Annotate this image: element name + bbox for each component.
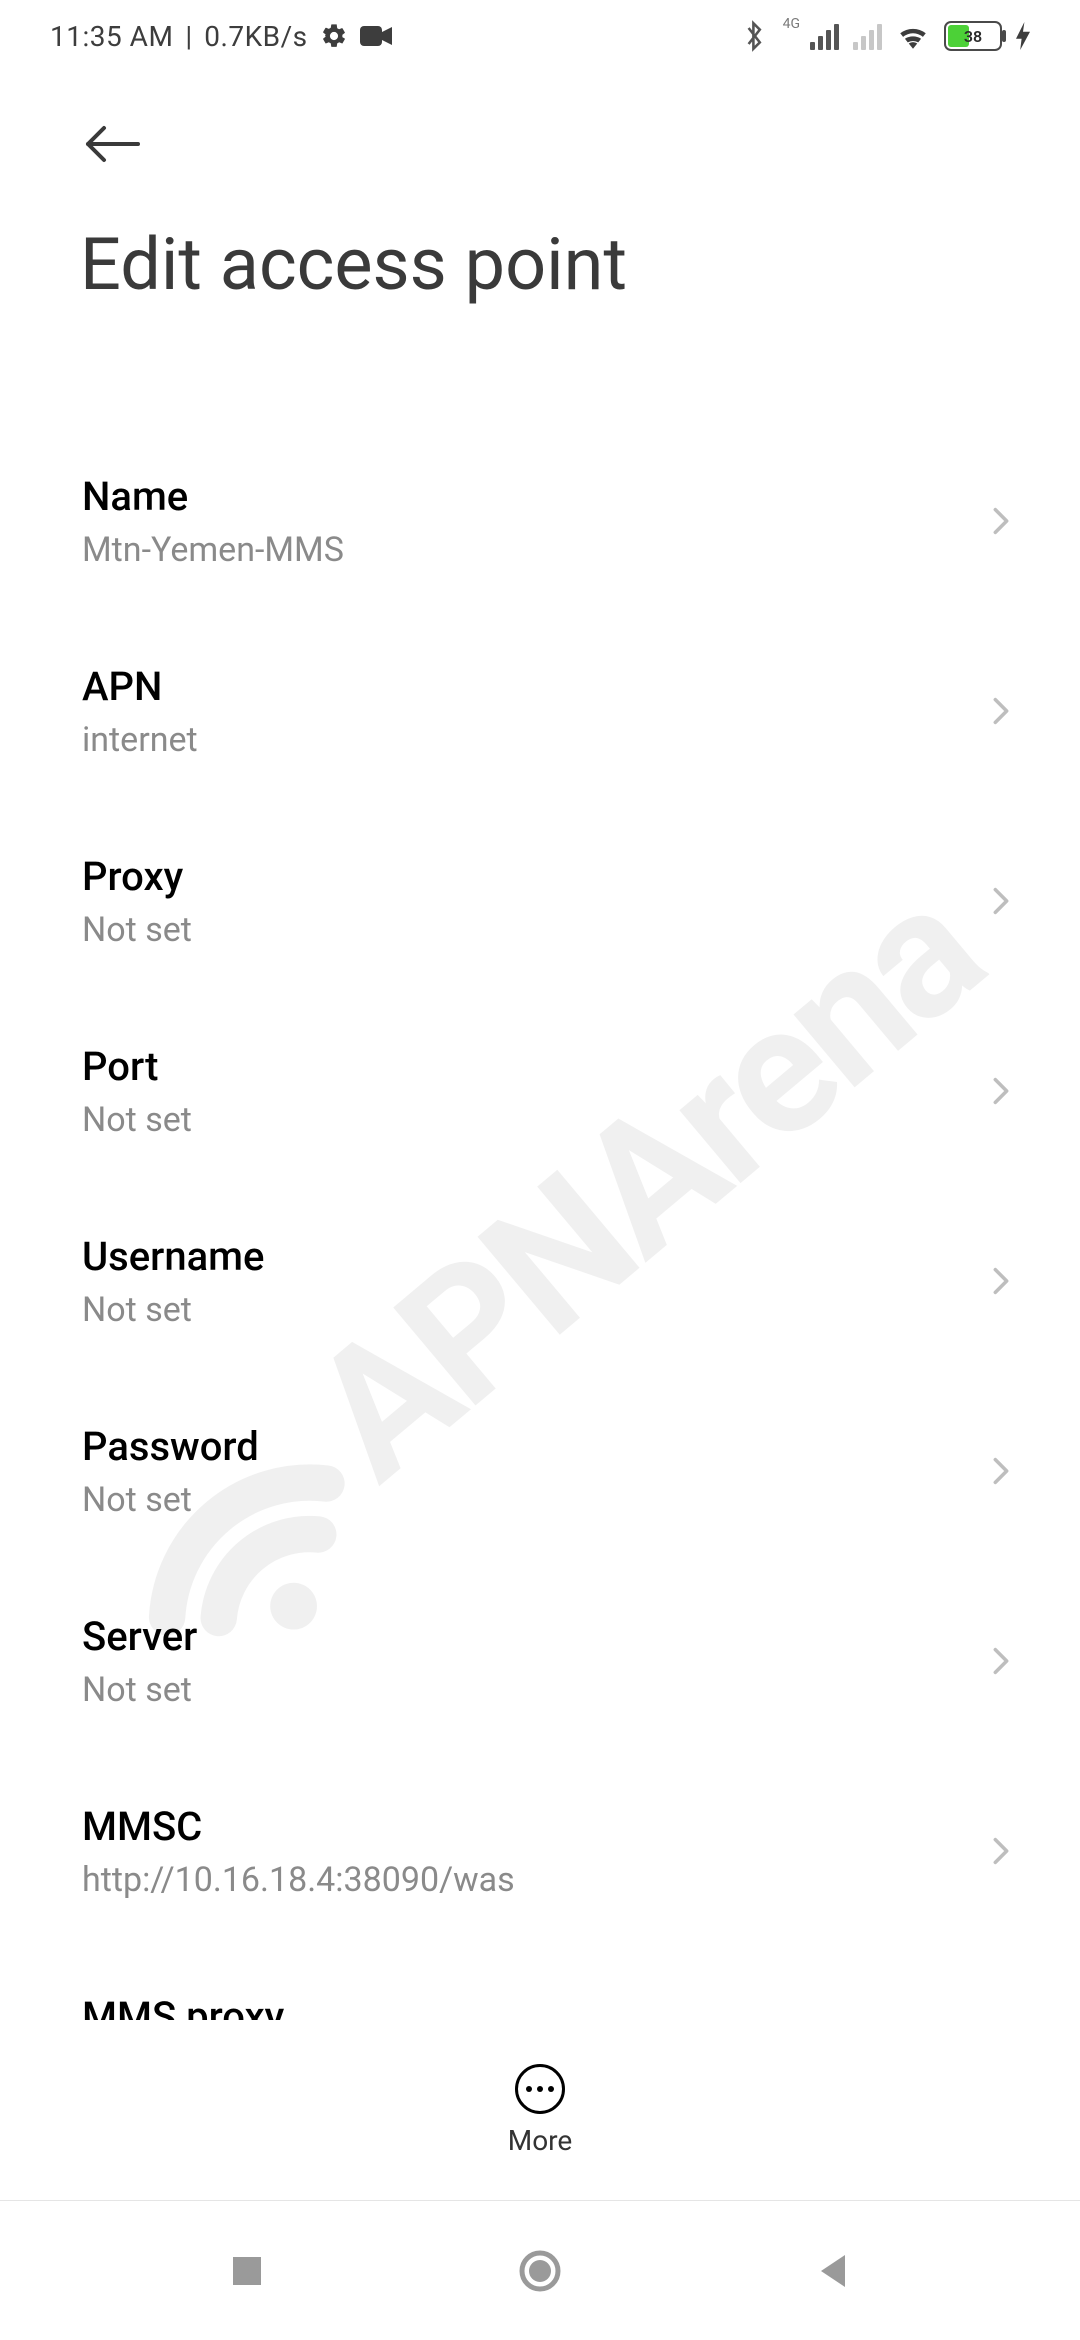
wifi-icon: [896, 22, 930, 50]
nav-recents-button[interactable]: [217, 2241, 277, 2301]
row-name[interactable]: Name Mtn-Yemen-MMS: [82, 427, 998, 617]
chevron-right-icon: [984, 504, 1018, 538]
more-label: More: [508, 2124, 573, 2157]
arrow-left-icon: [82, 124, 142, 164]
bottom-action-bar: More: [0, 2020, 1080, 2200]
nav-back-button[interactable]: [803, 2241, 863, 2301]
row-password-value: Not set: [82, 1480, 259, 1520]
row-port-label: Port: [82, 1043, 192, 1090]
row-username-value: Not set: [82, 1290, 264, 1330]
square-icon: [229, 2253, 265, 2289]
settings-list: Name Mtn-Yemen-MMS APN internet Proxy No…: [0, 427, 1080, 2137]
cell-4g-label: 4G: [783, 16, 800, 32]
header: Edit access point: [0, 72, 1080, 307]
row-server-value: Not set: [82, 1670, 197, 1710]
battery-icon: 38: [944, 21, 1002, 51]
triangle-left-icon: [815, 2251, 851, 2291]
row-proxy-label: Proxy: [82, 853, 192, 900]
row-mmsc-value: http://10.16.18.4:38090/was: [82, 1860, 515, 1900]
more-icon: [515, 2064, 565, 2114]
charging-bolt-icon: [1016, 22, 1030, 50]
row-username[interactable]: Username Not set: [82, 1187, 998, 1377]
row-proxy-value: Not set: [82, 910, 192, 950]
chevron-right-icon: [984, 1454, 1018, 1488]
row-password-label: Password: [82, 1423, 259, 1470]
status-bar: 11:35 AM | 0.7KB/s 4G 38: [0, 0, 1080, 72]
gear-icon: [320, 22, 348, 50]
row-name-value: Mtn-Yemen-MMS: [82, 530, 344, 570]
chevron-right-icon: [984, 884, 1018, 918]
chevron-right-icon: [984, 1644, 1018, 1678]
chevron-right-icon: [984, 1264, 1018, 1298]
row-mmsc[interactable]: MMSC http://10.16.18.4:38090/was: [82, 1757, 998, 1947]
row-name-label: Name: [82, 473, 344, 520]
battery-percent: 38: [946, 27, 1000, 46]
status-net-speed: 0.7KB/s: [204, 20, 307, 53]
chevron-right-icon: [984, 694, 1018, 728]
status-time: 11:35 AM: [50, 20, 173, 53]
page-title: Edit access point: [80, 222, 1000, 307]
row-server[interactable]: Server Not set: [82, 1567, 998, 1757]
row-apn-label: APN: [82, 663, 198, 710]
status-right: 4G 38: [745, 20, 1030, 52]
chevron-right-icon: [984, 1074, 1018, 1108]
status-separator: |: [185, 20, 192, 53]
back-button[interactable]: [80, 112, 144, 176]
row-proxy[interactable]: Proxy Not set: [82, 807, 998, 997]
row-apn-value: internet: [82, 720, 198, 760]
row-port[interactable]: Port Not set: [82, 997, 998, 1187]
row-username-label: Username: [82, 1233, 264, 1280]
row-mmsc-label: MMSC: [82, 1803, 515, 1850]
row-port-value: Not set: [82, 1100, 192, 1140]
signal-strength-icon: [810, 22, 839, 50]
content-area: APNArena Name Mtn-Yemen-MMS APN internet…: [0, 427, 1080, 2197]
chevron-right-icon: [984, 1834, 1018, 1868]
signal-strength-2-icon: [853, 22, 882, 50]
nav-home-button[interactable]: [510, 2241, 570, 2301]
row-password[interactable]: Password Not set: [82, 1377, 998, 1567]
row-server-label: Server: [82, 1613, 197, 1660]
more-button[interactable]: More: [508, 2064, 573, 2157]
row-apn[interactable]: APN internet: [82, 617, 998, 807]
system-nav-bar: [0, 2200, 1080, 2340]
bluetooth-icon: [745, 20, 765, 52]
video-camera-icon: [360, 24, 392, 48]
circle-icon: [516, 2247, 564, 2295]
status-left: 11:35 AM | 0.7KB/s: [50, 20, 392, 53]
